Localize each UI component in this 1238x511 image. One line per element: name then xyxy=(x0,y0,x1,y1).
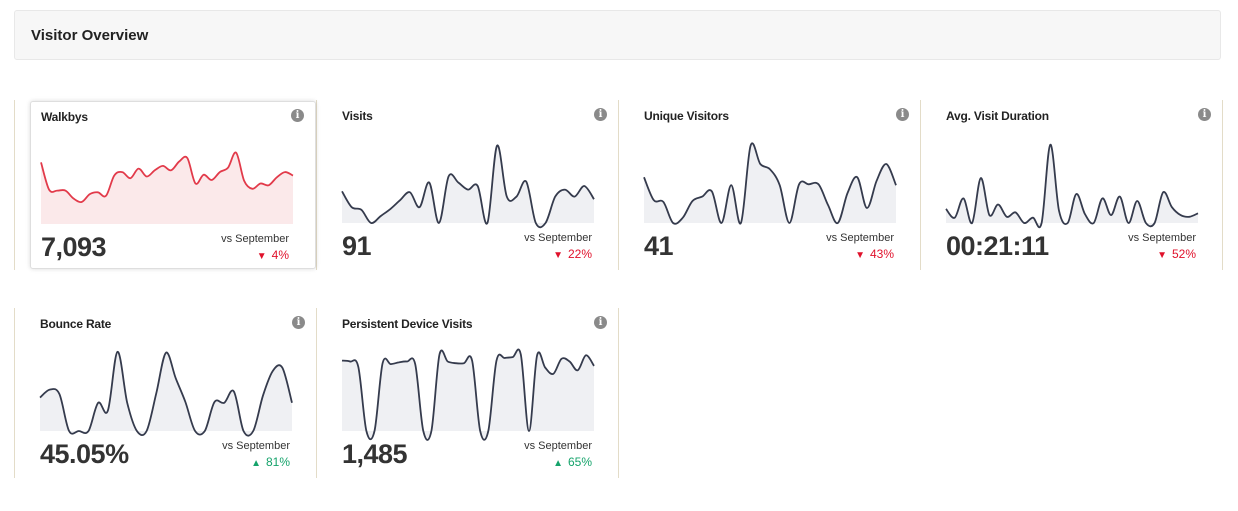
metric-card-visits[interactable]: Visits i 91 vs September ▼ 22% xyxy=(332,101,618,269)
card-title: Bounce Rate xyxy=(40,317,112,331)
card-divider xyxy=(316,100,317,270)
card-divider xyxy=(618,100,619,270)
compare-label: vs September xyxy=(222,440,290,452)
page-title: Visitor Overview xyxy=(31,27,149,44)
change-value: 65% xyxy=(567,455,592,469)
card-divider xyxy=(14,100,15,270)
sparkline-chart xyxy=(341,144,595,229)
card-divider xyxy=(1222,100,1223,270)
change-value: 81% xyxy=(265,455,290,469)
metric-card-walkbys[interactable]: Walkbys i 7,093 vs September ▼ 4% xyxy=(30,101,316,269)
sparkline-area xyxy=(40,351,292,436)
card-title: Avg. Visit Duration xyxy=(946,109,1049,123)
metric-value: 45.05% xyxy=(40,439,129,469)
change-indicator: ▼ 43% xyxy=(855,247,894,261)
sparkline-chart xyxy=(341,348,595,441)
change-value: 22% xyxy=(567,247,592,261)
metric-value: 00:21:11 xyxy=(946,231,1049,261)
metric-card-bounce-rate[interactable]: Bounce Rate i 45.05% vs September ▲ 81% xyxy=(30,309,316,477)
triangle-icon: ▼ xyxy=(553,250,563,261)
info-icon[interactable]: i xyxy=(896,108,909,121)
compare-label: vs September xyxy=(1128,232,1196,244)
sparkline-chart xyxy=(945,143,1199,229)
card-title: Visits xyxy=(342,109,373,123)
sparkline-chart xyxy=(643,142,897,225)
change-value: 4% xyxy=(271,248,289,262)
triangle-icon: ▲ xyxy=(251,458,261,469)
metric-value: 7,093 xyxy=(41,232,107,262)
triangle-icon: ▲ xyxy=(553,458,563,469)
compare-label: vs September xyxy=(221,233,289,245)
card-title: Persistent Device Visits xyxy=(342,317,473,331)
metric-value: 91 xyxy=(342,231,372,261)
sparkline-area xyxy=(342,349,594,440)
compare-label: vs September xyxy=(524,440,592,452)
sparkline-area xyxy=(342,145,594,228)
info-icon[interactable]: i xyxy=(292,316,305,329)
info-icon[interactable]: i xyxy=(1198,108,1211,121)
info-icon[interactable]: i xyxy=(291,109,304,122)
card-divider xyxy=(618,308,619,478)
metric-value: 1,485 xyxy=(342,439,408,469)
change-indicator: ▼ 52% xyxy=(1157,247,1196,261)
change-indicator: ▲ 65% xyxy=(553,455,592,469)
info-icon[interactable]: i xyxy=(594,316,607,329)
triangle-icon: ▼ xyxy=(855,250,865,261)
change-indicator: ▼ 4% xyxy=(257,248,289,262)
visitor-overview-header: Visitor Overview xyxy=(14,10,1221,60)
metric-card-avg-visit-duration[interactable]: Avg. Visit Duration i 00:21:11 vs Septem… xyxy=(936,101,1222,269)
compare-label: vs September xyxy=(826,232,894,244)
card-title: Unique Visitors xyxy=(644,109,729,123)
card-divider xyxy=(14,308,15,478)
card-title: Walkbys xyxy=(41,110,88,124)
change-indicator: ▲ 81% xyxy=(251,455,290,469)
card-divider xyxy=(316,308,317,478)
change-indicator: ▼ 22% xyxy=(553,247,592,261)
metric-value: 41 xyxy=(644,231,674,261)
metric-card-unique-visitors[interactable]: Unique Visitors i 41 vs September ▼ 43% xyxy=(634,101,920,269)
compare-label: vs September xyxy=(524,232,592,244)
sparkline-chart xyxy=(39,350,293,437)
metric-card-persistent-device-visits[interactable]: Persistent Device Visits i 1,485 vs Sept… xyxy=(332,309,618,477)
triangle-icon: ▼ xyxy=(1157,250,1167,261)
sparkline-chart xyxy=(40,151,294,224)
info-icon[interactable]: i xyxy=(594,108,607,121)
change-value: 52% xyxy=(1171,247,1196,261)
sparkline-area xyxy=(644,143,896,224)
card-divider xyxy=(920,100,921,270)
triangle-icon: ▼ xyxy=(256,251,267,262)
change-value: 43% xyxy=(869,247,894,261)
